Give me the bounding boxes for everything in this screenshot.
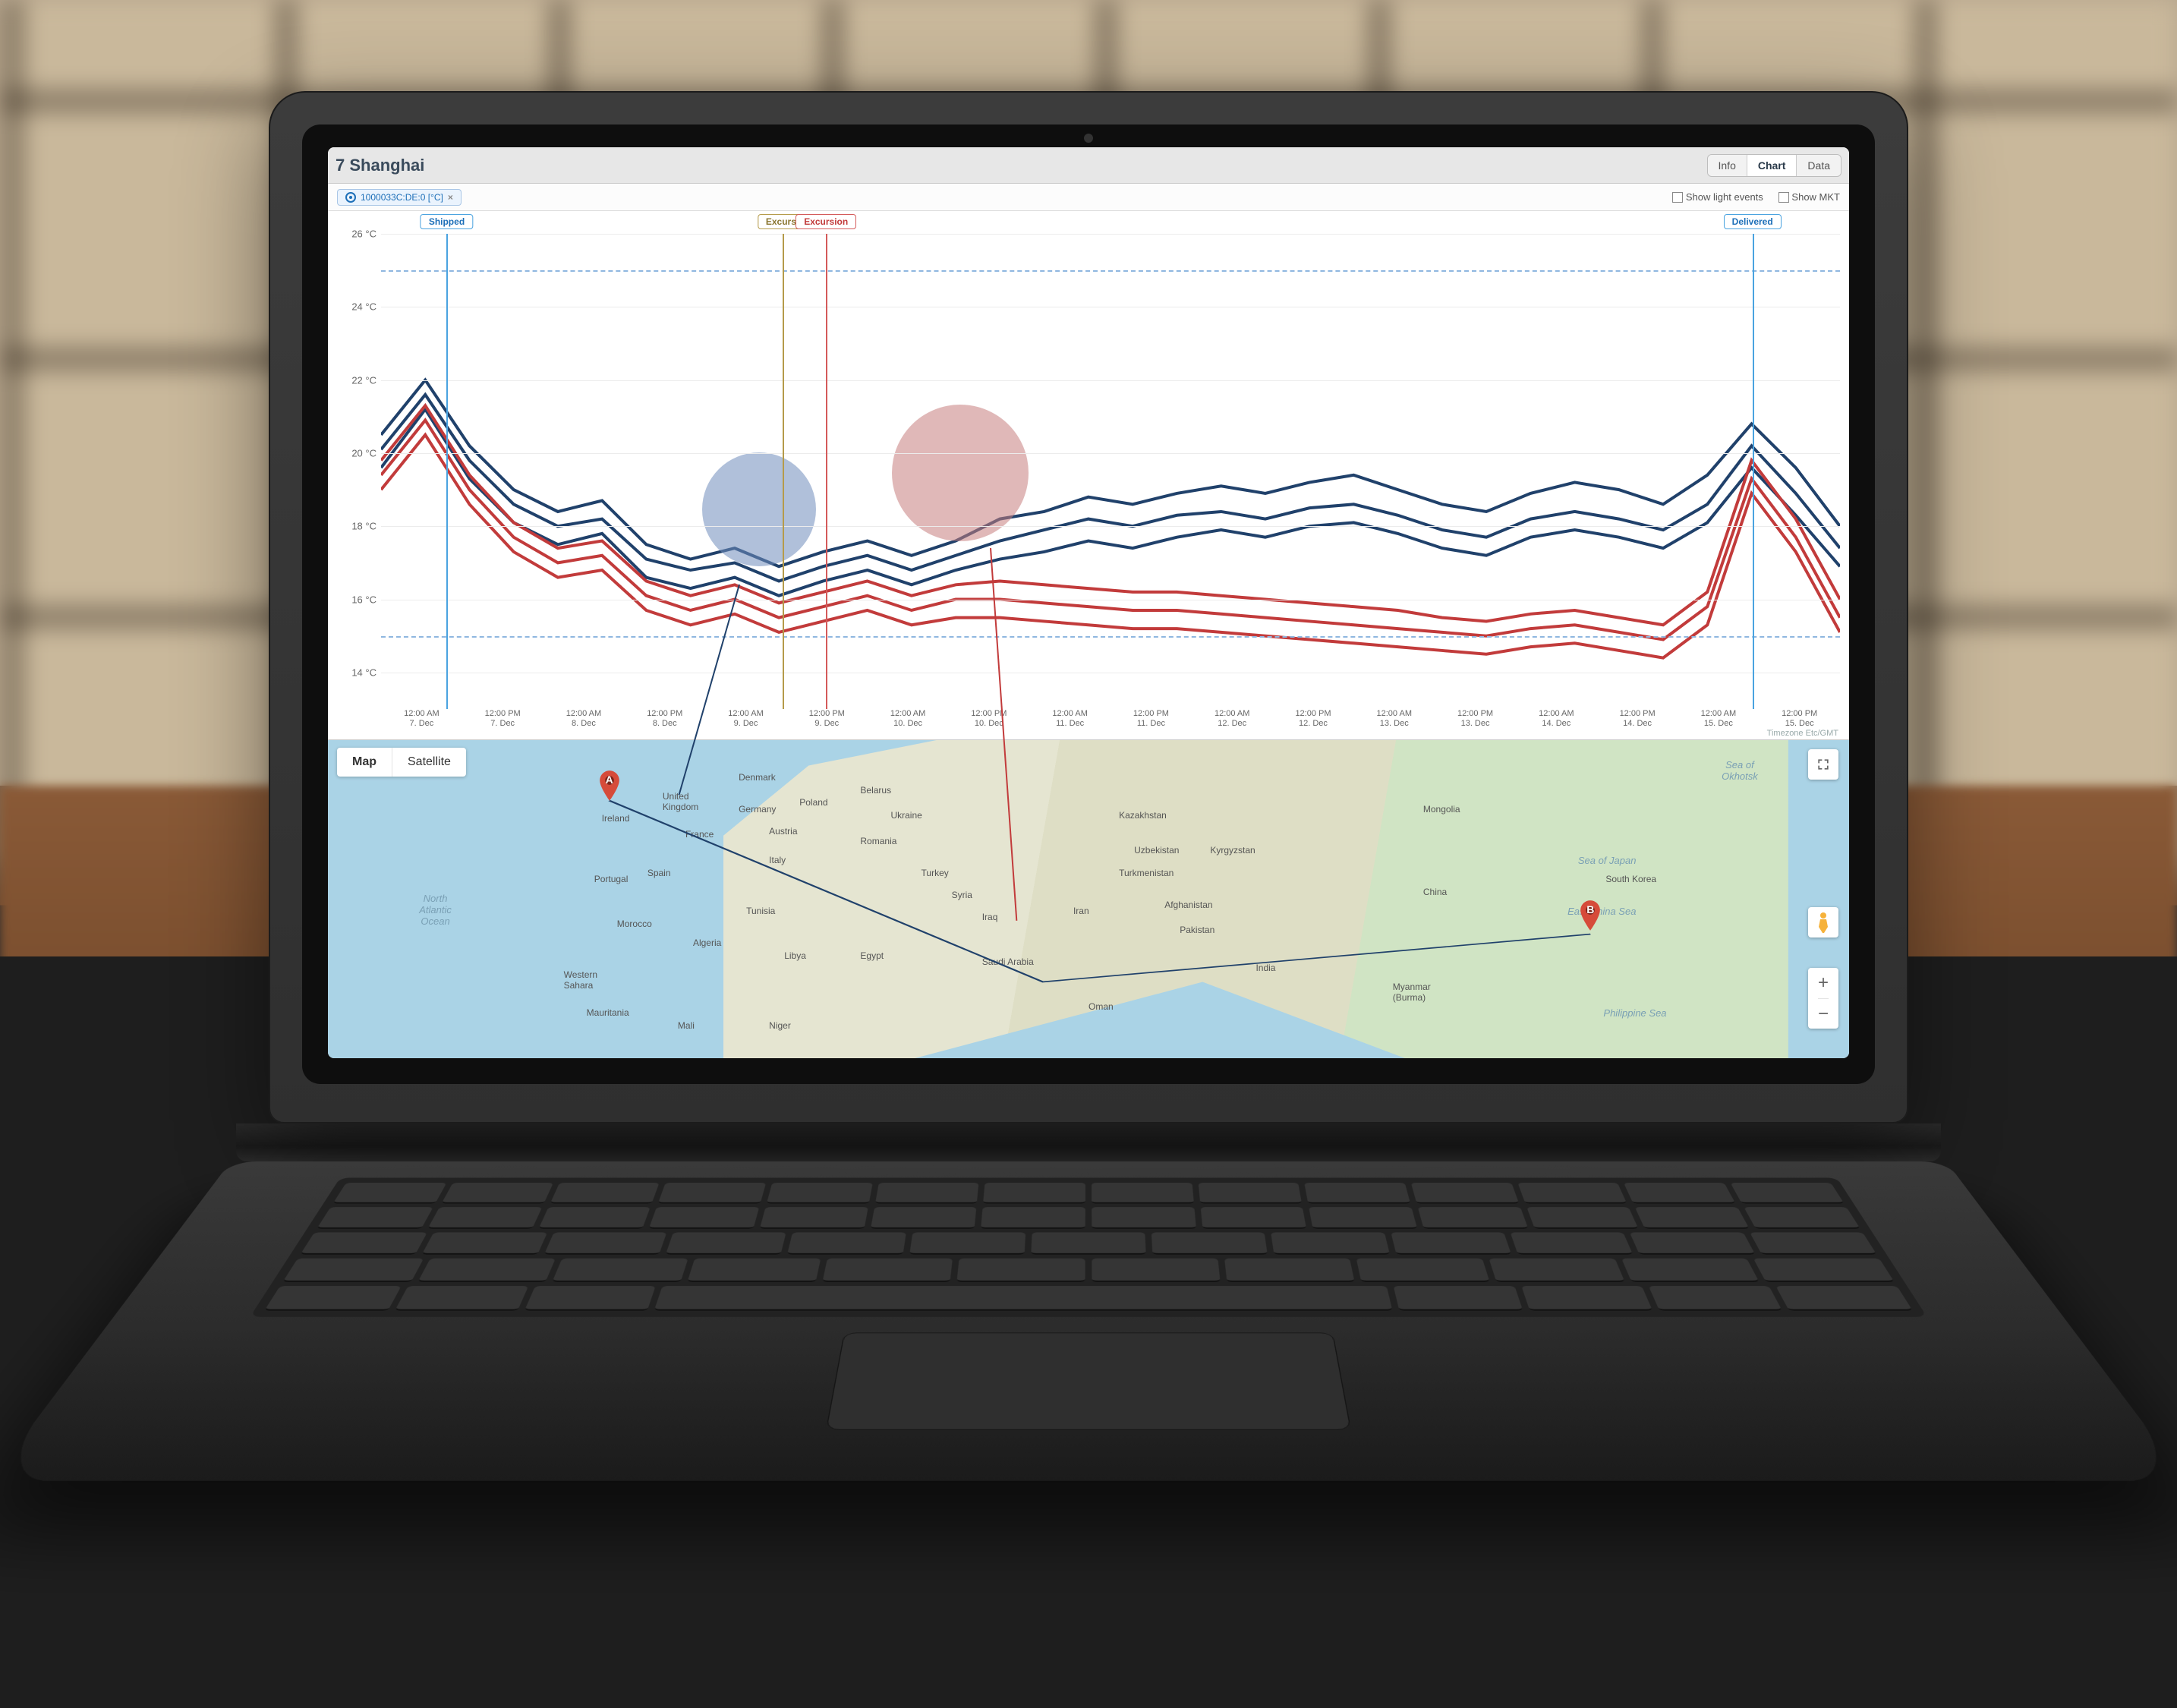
x-tick: 12:00 PM12. Dec [1273,709,1354,739]
x-tick: 12:00 AM8. Dec [543,709,625,739]
sensor-chip-label: 1000033C:DE:0 [°C] [361,192,443,203]
x-tick: 12:00 PM11. Dec [1111,709,1192,739]
x-tick: 12:00 PM14. Dec [1597,709,1678,739]
tab-chart[interactable]: Chart [1747,155,1797,176]
fullscreen-button[interactable] [1808,749,1838,780]
y-tick: 20 °C [351,447,376,459]
event-line-shipped [446,234,448,709]
webcam [1084,134,1093,143]
zoom-out-button[interactable]: − [1818,998,1829,1029]
app-window: 7 Shanghai Info Chart Data 1000033 [328,147,1849,1058]
x-tick: 12:00 AM11. Dec [1029,709,1111,739]
tab-info[interactable]: Info [1708,155,1747,176]
x-tick: 12:00 AM9. Dec [705,709,786,739]
x-tick: 12:00 AM7. Dec [381,709,462,739]
map-pane[interactable]: Map Satellite + − [328,739,1849,1058]
map-marker-b[interactable]: B [1580,900,1601,931]
timezone-note: Timezone Etc/GMT [1767,729,1838,738]
laptop-trackpad [826,1333,1351,1430]
x-tick: 12:00 AM14. Dec [1516,709,1597,739]
x-tick: 12:00 PM7. Dec [462,709,543,739]
y-tick: 16 °C [351,594,376,605]
pegman-icon [1813,911,1833,934]
x-tick: 12:00 PM10. Dec [948,709,1029,739]
x-tick: 12:00 AM12. Dec [1192,709,1273,739]
tab-data[interactable]: Data [1797,155,1841,176]
event-flag-shipped[interactable]: Shipped [421,214,473,229]
x-axis: 12:00 AM7. Dec12:00 PM7. Dec12:00 AM8. D… [381,709,1840,739]
route-polyline [328,740,1849,1058]
laptop-keyboard [250,1178,1927,1317]
y-axis: 14 °C16 °C18 °C20 °C22 °C24 °C26 °C [328,234,381,709]
map-type-satellite[interactable]: Satellite [392,748,466,777]
x-tick: 12:00 PM9. Dec [786,709,868,739]
zoom-controls: + − [1808,968,1838,1029]
eye-icon [345,192,356,203]
y-tick: 24 °C [351,301,376,313]
map-type-toggle: Map Satellite [337,748,466,777]
map-type-map[interactable]: Map [337,748,392,777]
sensor-chip[interactable]: 1000033C:DE:0 [°C] × [337,189,462,206]
chip-close-icon[interactable]: × [448,192,453,203]
event-flag-excursion2[interactable]: Excursion [796,214,856,229]
plot-area[interactable]: ShippedExcursiExcursionDelivered [381,234,1840,709]
x-tick: 12:00 PM8. Dec [624,709,705,739]
event-line-excursion1 [783,234,784,709]
excursion-highlight-blue [702,452,816,566]
x-tick: 12:00 AM13. Dec [1353,709,1435,739]
page-title: 7 Shanghai [336,156,424,175]
event-line-excursion2 [826,234,827,709]
zoom-in-button[interactable]: + [1818,968,1829,998]
temperature-chart[interactable]: 14 °C 16 °C 18 °C 20 °C 22 °C 24 °C 26 °C Ship… [328,211,1849,739]
titlebar: 7 Shanghai Info Chart Data [328,147,1849,184]
y-tick: 18 °C [351,521,376,532]
event-flag-delivered[interactable]: Delivered [1724,214,1782,229]
laptop-mockup: 7 Shanghai Info Chart Data 1000033 [269,91,1908,1632]
x-tick: 12:00 PM13. Dec [1435,709,1516,739]
map-marker-a[interactable]: A [599,770,620,801]
checkbox-light-events[interactable]: Show light events [1672,191,1763,203]
view-tabs: Info Chart Data [1707,154,1842,177]
line-series [381,234,1840,709]
checkbox-show-mkt[interactable]: Show MKT [1778,191,1840,203]
event-line-delivered [1753,234,1754,709]
x-tick: 12:00 AM15. Dec [1678,709,1760,739]
fullscreen-icon [1816,757,1831,772]
y-tick: 22 °C [351,374,376,386]
y-tick: 14 °C [351,666,376,678]
chart-toolbar: 1000033C:DE:0 [°C] × Show light events [328,184,1849,211]
streetview-pegman[interactable] [1808,907,1838,938]
y-tick: 26 °C [351,228,376,240]
excursion-highlight-red [892,405,1029,541]
x-tick: 12:00 AM10. Dec [868,709,949,739]
